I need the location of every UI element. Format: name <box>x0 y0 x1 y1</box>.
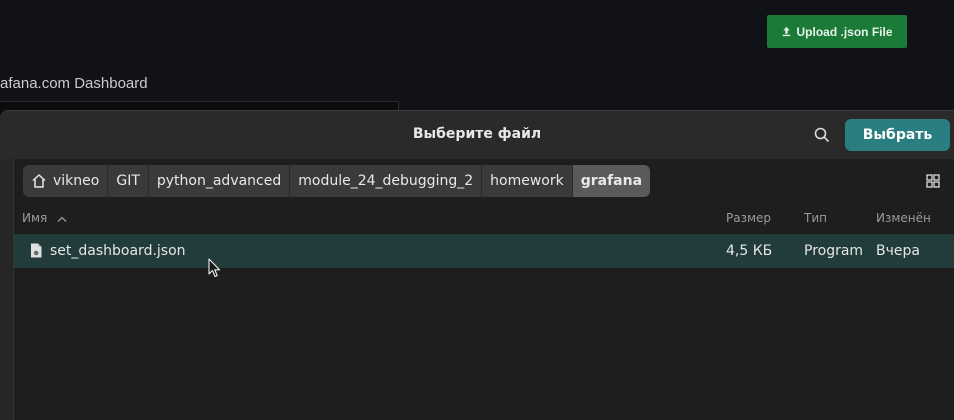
path-crumb-python-advanced[interactable]: python_advanced <box>149 165 291 197</box>
grid-view-icon[interactable] <box>925 173 941 189</box>
file-type: Program <box>804 243 864 259</box>
path-bar: vikneo GIT python_advanced module_24_deb… <box>23 165 651 197</box>
file-modified: Вчера <box>876 243 920 259</box>
select-button[interactable]: Выбрать <box>845 119 950 151</box>
crumb-label: GIT <box>116 173 140 189</box>
upload-button-label: Upload .json File <box>796 24 893 39</box>
mouse-cursor-icon <box>208 258 221 278</box>
path-crumb-grafana[interactable]: grafana <box>572 165 651 197</box>
home-icon <box>32 174 46 188</box>
crumb-label: python_advanced <box>156 173 282 189</box>
column-header-size[interactable]: Размер <box>726 211 771 225</box>
column-name-label: Имя <box>22 211 48 225</box>
crumb-label: grafana <box>580 173 643 189</box>
json-file-icon <box>31 243 42 258</box>
crumb-label: module_24_debugging_2 <box>298 173 474 189</box>
path-crumb-homework[interactable]: homework <box>482 165 573 197</box>
crumb-label: vikneo <box>53 173 100 189</box>
upload-icon <box>783 26 791 37</box>
search-icon <box>814 127 830 143</box>
file-row[interactable]: set_dashboard.json 4,5 КБ Program Вчера <box>14 234 954 268</box>
file-chooser-dialog: Выберите файл Выбрать vikneo GIT python_… <box>0 111 954 420</box>
file-name: set_dashboard.json <box>50 243 186 259</box>
crumb-label: homework <box>490 173 564 189</box>
search-button[interactable] <box>808 122 836 148</box>
column-header-name[interactable]: Имя <box>22 211 67 225</box>
page-title: afana.com Dashboard <box>0 75 148 92</box>
path-crumb-git[interactable]: GIT <box>108 165 149 197</box>
file-size: 4,5 КБ <box>726 243 773 259</box>
upload-json-button[interactable]: Upload .json File <box>767 15 907 48</box>
path-crumb-module-24[interactable]: module_24_debugging_2 <box>290 165 483 197</box>
column-header-type[interactable]: Тип <box>804 211 827 225</box>
sidebar-strip <box>0 159 14 420</box>
column-header-modified[interactable]: Изменён <box>876 211 931 225</box>
path-crumb-vikneo[interactable]: vikneo <box>23 165 109 197</box>
sort-ascending-icon <box>57 216 67 222</box>
dialog-header: Выберите файл Выбрать <box>0 111 954 159</box>
